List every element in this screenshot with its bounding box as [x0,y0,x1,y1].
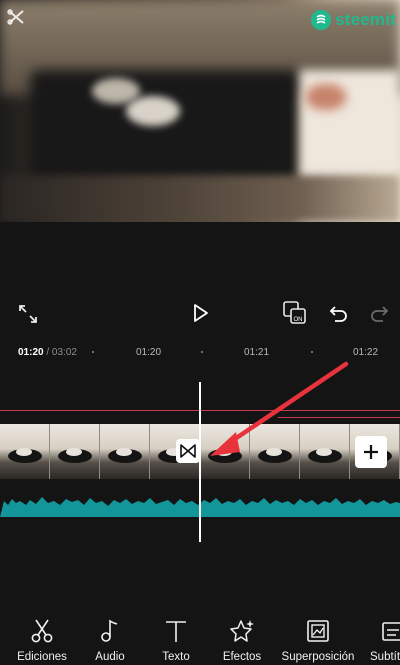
ruler-dot [311,351,313,353]
bowtie-transition-icon [180,444,196,458]
text-icon [166,621,186,642]
ruler-mark: 01:20 [136,347,162,358]
fullscreen-icon[interactable] [18,304,38,324]
ruler-mark: 01:22 [353,347,379,358]
subtitles-icon [382,622,400,641]
clip-frame [100,424,150,479]
ruler-dot [201,351,203,353]
toolbar-label: Audio [95,651,125,663]
clip-frame [300,424,350,479]
ruler-mark: 01:21 [244,347,270,358]
steemit-logo-icon [311,10,332,30]
scissor-mark-icon [7,9,24,25]
brand-name: steemit [335,10,396,29]
toolbar-efectos[interactable]: Efectos [218,610,266,665]
toolbar-texto[interactable]: Texto [155,610,197,665]
clip-frame [200,424,250,479]
plus-icon [364,445,378,459]
playhead[interactable] [199,382,201,542]
video-preview[interactable]: steemit [0,0,400,222]
keyframe-toggle-button[interactable]: ON [282,300,310,328]
current-time-value: 01:20 [18,347,44,358]
toolbar-ediciones[interactable]: Ediciones [14,610,70,665]
clip-frame [0,424,50,479]
keyframe-badge-label: ON [294,317,303,323]
brand-watermark: steemit [310,8,396,32]
toolbar-label: Subtít [370,651,400,663]
toolbar-label: Efectos [222,651,262,663]
preview-stove [30,70,300,190]
toolbar-superposicion[interactable]: Superposición [278,610,358,665]
preview-foreground [0,175,400,222]
music-note-icon [101,619,118,642]
bottom-toolbar: Ediciones Audio Texto Efectos Superposic… [0,610,400,665]
overlay-track-line [278,417,400,418]
clip-frame [250,424,300,479]
toolbar-audio[interactable]: Audio [88,610,132,665]
clip-frame [50,424,100,479]
redo-icon[interactable] [369,303,389,323]
effects-star-icon [230,620,254,642]
ruler-dot [92,351,94,353]
total-time: / 03:02 [46,347,77,358]
toolbar-subtitulos[interactable]: Subtít [370,610,400,665]
preview-burner [126,96,180,126]
toolbar-label: Ediciones [17,651,67,663]
toolbar-label: Texto [162,651,190,663]
scissors-icon [31,619,53,643]
transition-button[interactable] [176,439,200,463]
overlay-icon [307,620,329,642]
current-time: 01:20 / 03:02 [18,347,77,358]
undo-icon[interactable] [329,303,349,323]
toolbar-label: Superposición [281,651,355,663]
add-clip-button[interactable] [355,436,387,468]
play-icon[interactable] [190,303,210,323]
preview-object [306,84,346,110]
